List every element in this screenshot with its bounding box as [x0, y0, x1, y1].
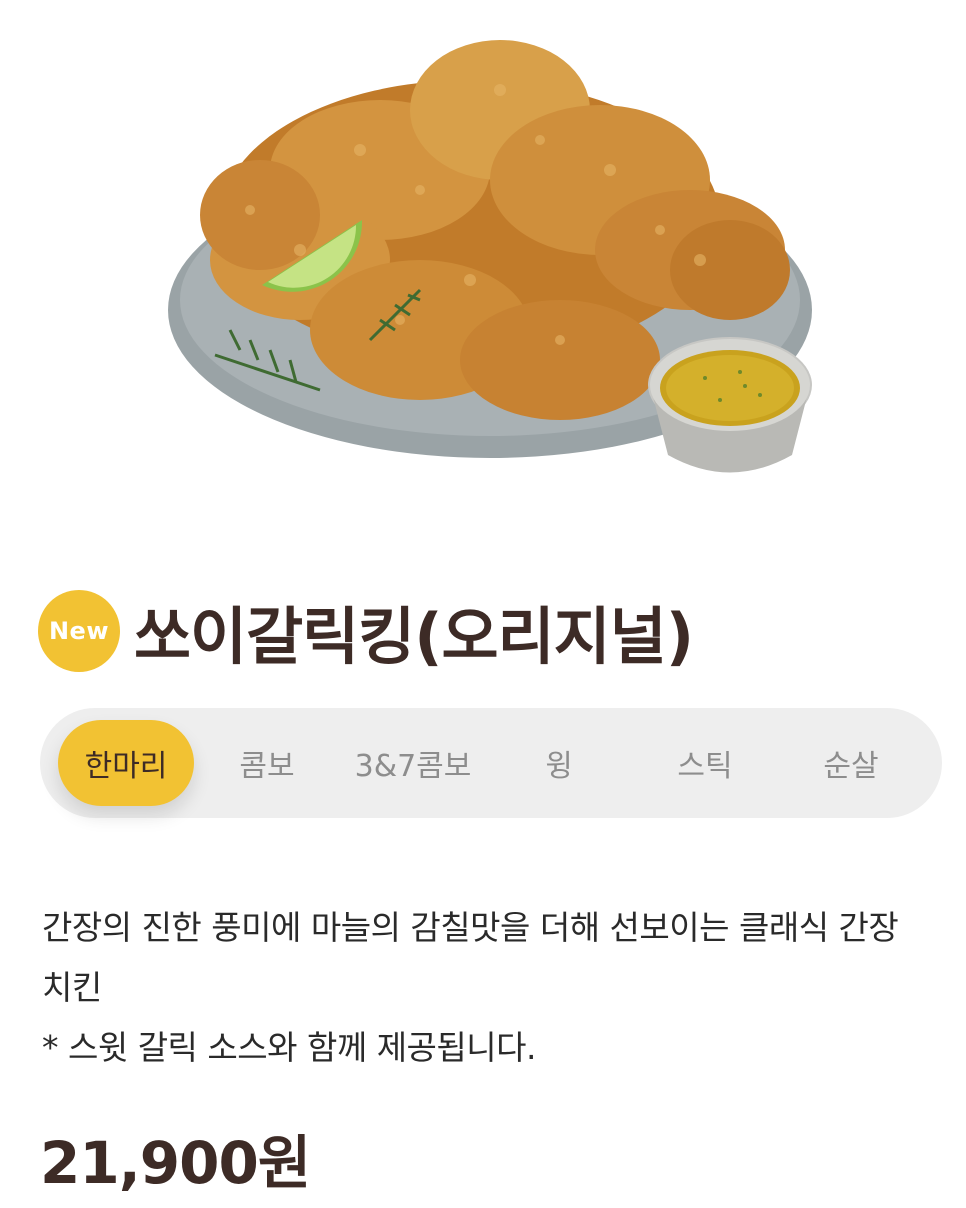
description-text: 간장의 진한 풍미에 마늘의 감칠맛을 더해 선보이는 클래식 간장 치킨	[42, 908, 899, 1007]
chicken-platter-illustration	[168, 40, 812, 473]
product-detail-page: New 쏘이갈릭킹(오리지널) 한마리 콤보 3&7콤보 윙 스틱 순살 간장의…	[0, 0, 966, 1208]
tab-stick[interactable]: 스틱	[632, 720, 778, 806]
product-title-row: New 쏘이갈릭킹(오리지널)	[38, 586, 694, 676]
description-note: * 스윗 갈릭 소스와 함께 제공됩니다.	[42, 1028, 536, 1067]
tab-boneless[interactable]: 순살	[778, 720, 924, 806]
option-tabs: 한마리 콤보 3&7콤보 윙 스틱 순살	[40, 708, 942, 818]
tab-wing[interactable]: 윙	[486, 720, 632, 806]
new-badge: New	[38, 590, 120, 672]
product-image	[0, 0, 966, 520]
tab-whole[interactable]: 한마리	[58, 720, 194, 806]
tab-3-7-combo[interactable]: 3&7콤보	[340, 720, 486, 806]
product-price: 21,900원	[40, 1129, 311, 1197]
product-title: 쏘이갈릭킹(오리지널)	[134, 600, 694, 673]
tab-combo[interactable]: 콤보	[194, 720, 340, 806]
product-description: 간장의 진한 풍미에 마늘의 감칠맛을 더해 선보이는 클래식 간장 치킨 * …	[42, 898, 932, 1078]
